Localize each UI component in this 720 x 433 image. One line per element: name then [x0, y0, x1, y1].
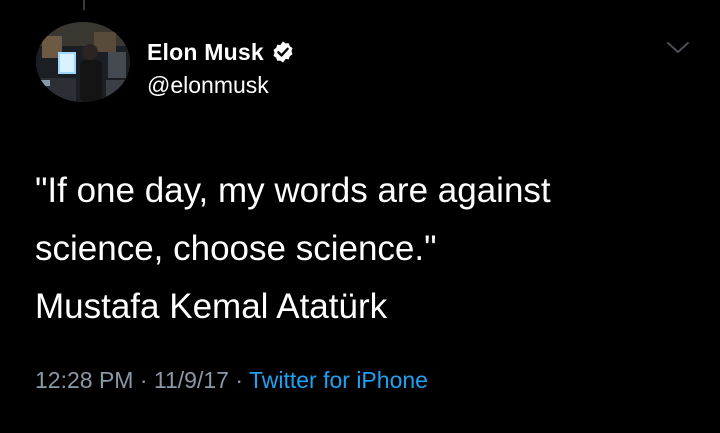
author-display-name[interactable]: Elon Musk: [147, 39, 264, 66]
avatar[interactable]: [36, 22, 130, 102]
tweet-text-line: Mustafa Kemal Atatürk: [35, 287, 388, 326]
thread-connector-line: [83, 0, 85, 10]
tweet-time[interactable]: 12:28 PM: [35, 367, 133, 393]
meta-separator: ·: [133, 367, 154, 393]
tweet-date[interactable]: 11/9/17: [154, 367, 229, 393]
tweet-text-line: science, choose science.": [35, 229, 437, 268]
chevron-down-icon[interactable]: [665, 38, 691, 58]
verified-badge-icon: [271, 40, 295, 64]
tweet-meta: 12:28 PM · 11/9/17 · Twitter for iPhone: [35, 367, 428, 394]
meta-separator: ·: [228, 367, 249, 393]
tweet-source-link[interactable]: Twitter for iPhone: [249, 367, 428, 393]
tweet-text: "If one day, my words are against scienc…: [35, 162, 675, 336]
tweet-text-line: "If one day, my words are against: [35, 171, 551, 210]
author-name-row[interactable]: Elon Musk: [147, 37, 295, 67]
author-handle[interactable]: @elonmusk: [147, 72, 269, 99]
avatar-image: [36, 22, 130, 102]
